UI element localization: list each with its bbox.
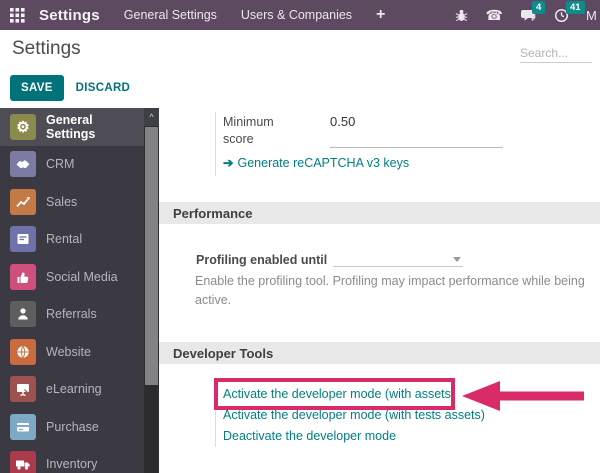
apps-grid-icon[interactable]: [10, 8, 25, 23]
menu-users-companies[interactable]: Users & Companies: [241, 8, 352, 22]
sidebar-item-website[interactable]: Website: [0, 333, 144, 371]
top-navbar: Settings General Settings Users & Compan…: [0, 0, 600, 30]
search-input[interactable]: [520, 44, 592, 63]
minimum-score-input[interactable]: 0.50: [330, 114, 503, 148]
settings-sidebar: ⚙ General Settings CRM Sales: [0, 108, 144, 473]
apps-grid-icon: [10, 8, 25, 23]
gear-icon: ⚙: [10, 114, 36, 140]
top-menu: General Settings Users & Companies +: [124, 6, 386, 24]
deactivate-dev-mode-link[interactable]: Deactivate the developer mode: [223, 426, 485, 447]
person-icon: [10, 301, 36, 327]
profiling-help-text: Enable the profiling tool. Profiling may…: [195, 272, 595, 311]
sidebar-item-social-media[interactable]: Social Media: [0, 258, 144, 296]
app-name[interactable]: Settings: [39, 7, 100, 24]
profiling-label: Profiling enabled until: [196, 253, 327, 267]
thumbs-up-icon: [10, 264, 36, 290]
minimum-score-setting: Minimum score 0.50 ➔Generate reCAPTCHA v…: [215, 112, 515, 176]
minimum-score-label: Minimum score: [223, 114, 330, 148]
sidebar-item-purchase[interactable]: Purchase: [0, 408, 144, 446]
sidebar-item-general-settings[interactable]: ⚙ General Settings: [0, 108, 144, 146]
developer-tools-section-heading: Developer Tools: [159, 342, 600, 364]
activate-dev-mode-assets-link[interactable]: Activate the developer mode (with assets…: [223, 384, 485, 405]
sidebar-item-sales[interactable]: Sales: [0, 183, 144, 221]
activities-count-badge: 41: [566, 1, 585, 15]
sidebar-scrollbar[interactable]: ^: [144, 108, 159, 473]
globe-icon: [10, 339, 36, 365]
settings-content: Minimum score 0.50 ➔Generate reCAPTCHA v…: [159, 108, 600, 473]
arrow-right-icon: ➔: [223, 156, 233, 170]
sidebar-item-inventory[interactable]: Inventory: [0, 446, 144, 473]
scrollbar-thumb[interactable]: [145, 127, 158, 385]
user-menu[interactable]: M: [586, 8, 596, 23]
profiling-setting: Profiling enabled until: [196, 250, 463, 267]
developer-tools-links: Activate the developer mode (with assets…: [215, 384, 485, 447]
activities-clock-icon[interactable]: 41: [554, 8, 569, 23]
generate-recaptcha-link[interactable]: ➔Generate reCAPTCHA v3 keys: [223, 155, 409, 170]
sidebar-item-elearning[interactable]: eLearning: [0, 371, 144, 409]
plus-menu-icon[interactable]: +: [376, 6, 385, 24]
odoo-settings-window: Settings General Settings Users & Compan…: [0, 0, 600, 473]
save-button[interactable]: SAVE: [10, 75, 64, 101]
search-box: [520, 44, 592, 63]
scroll-up-icon[interactable]: ^: [144, 108, 159, 126]
page-title: Settings: [12, 38, 81, 60]
handshake-icon: [10, 151, 36, 177]
discard-button[interactable]: DISCARD: [76, 82, 131, 94]
presentation-icon: [10, 376, 36, 402]
messages-icon[interactable]: 4: [520, 8, 537, 23]
page-header: Settings SAVE DISCARD: [0, 30, 600, 108]
chart-icon: [10, 189, 36, 215]
profiling-date-input[interactable]: [333, 250, 463, 267]
document-icon: [10, 226, 36, 252]
phone-icon[interactable]: ☎: [486, 7, 503, 24]
debug-bug-icon[interactable]: [454, 8, 469, 23]
activate-dev-mode-tests-link[interactable]: Activate the developer mode (with tests …: [223, 405, 485, 426]
sidebar-item-referrals[interactable]: Referrals: [0, 296, 144, 334]
menu-general-settings[interactable]: General Settings: [124, 8, 217, 22]
performance-section-heading: Performance: [159, 202, 600, 224]
messages-count-badge: 4: [532, 1, 545, 15]
sidebar-item-rental[interactable]: Rental: [0, 221, 144, 259]
dropdown-caret-icon: [453, 257, 461, 262]
card-icon: [10, 414, 36, 440]
truck-icon: [10, 451, 36, 473]
sidebar-item-crm[interactable]: CRM: [0, 146, 144, 184]
